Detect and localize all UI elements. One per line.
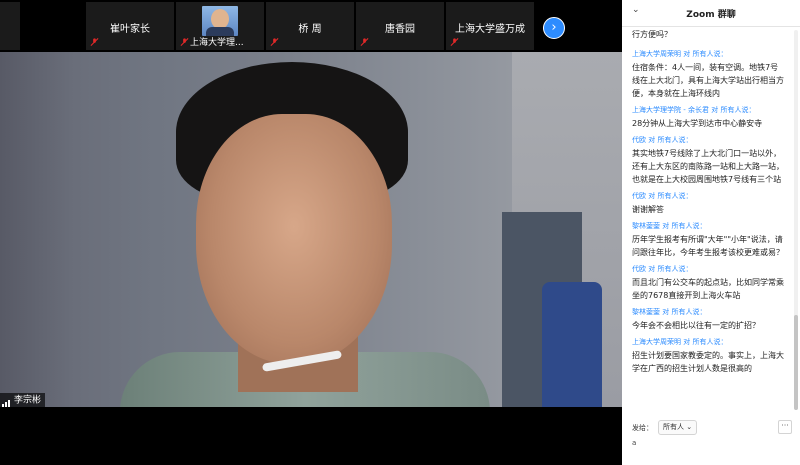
chat-message: 代欧 对 所有人说： 其实地铁7号线除了上大北门口一站以外，还有上大东区的南陈路… <box>632 135 784 186</box>
participant-name: 桥 周 <box>298 24 322 35</box>
participant-thumbnail-strip: 崔叶家长 上海大学理... 桥 周 唐香园 上海大学盛万成 › <box>0 0 622 52</box>
chat-message: 代欧 对 所有人说： 谢谢解答 <box>632 191 784 216</box>
chat-message-text: 招生计划要国家教委定的。事实上，上海大学在广西的招生计划人数是很高的 <box>632 351 784 373</box>
chat-recipient: 对 所有人说： <box>648 192 693 200</box>
chat-sender[interactable]: 上海大学理学院 - 余长君 <box>632 106 709 114</box>
chat-recipient: 对 所有人说： <box>683 50 728 58</box>
mic-muted-icon <box>450 38 459 46</box>
chat-message-header: 黎林蓥蓥 对 所有人说： <box>632 307 784 317</box>
chat-message-header: 上海大学周荣明 对 所有人说： <box>632 337 784 347</box>
chat-message-text: 历年学生报考有所谓"大年""小年"说法，请问跟往年比，今年考生报考该校更难或易？ <box>632 235 784 257</box>
chat-recipient: 对 所有人说： <box>648 265 693 273</box>
participant-name: 崔叶家长 <box>110 24 150 35</box>
chat-message-text: 住宿条件：4人一间，装有空调。地铁7号线在上大北门，具有上海大学站出行相当方便，… <box>632 63 784 98</box>
chat-recipient: 对 所有人说： <box>648 136 693 144</box>
chat-sender[interactable]: 黎林蓥蓥 <box>632 308 660 316</box>
chat-message: 黎林蓥蓥 对 所有人说： 今年会不会相比以往有一定的扩招？ <box>632 307 784 332</box>
send-to-dropdown[interactable]: 所有人 ⌄ <box>658 420 698 435</box>
chat-message-header: 代欧 对 所有人说： <box>632 264 784 274</box>
video-area: 崔叶家长 上海大学理... 桥 周 唐香园 上海大学盛万成 › 李宗彬 <box>0 0 622 465</box>
chat-message-header: 黎林蓥蓥 对 所有人说： <box>632 221 784 231</box>
chat-message-header: 上海大学周荣明 对 所有人说： <box>632 49 784 59</box>
speaker-face <box>196 114 392 364</box>
chat-message-header: 上海大学理学院 - 余长君 对 所有人说： <box>632 105 784 115</box>
chat-message-fragment: 行方便吗？ <box>632 28 784 41</box>
chat-scrollbar[interactable] <box>794 30 798 410</box>
speaker-name: 李宗彬 <box>14 395 42 406</box>
chat-message-text: 行方便吗？ <box>632 30 672 39</box>
chat-sender[interactable]: 上海大学周荣明 <box>632 338 681 346</box>
participant-thumbnail[interactable]: 桥 周 <box>266 2 354 50</box>
chat-scrollbar-thumb[interactable] <box>794 315 798 410</box>
chat-message-header: 代欧 对 所有人说： <box>632 191 784 201</box>
background-clothes <box>542 282 602 407</box>
mic-muted-icon <box>90 38 99 46</box>
chat-sender[interactable]: 代欧 <box>632 136 646 144</box>
chat-message-text: 其实地铁7号线除了上大北门口一站以外，还有上大东区的南陈路一站和上大路一站，也就… <box>632 149 784 184</box>
chat-message: 上海大学周荣明 对 所有人说： 招生计划要国家教委定的。事实上，上海大学在广西的… <box>632 337 784 375</box>
more-icon: ··· <box>781 421 789 430</box>
participant-thumbnail[interactable]: 上海大学理... <box>176 2 264 50</box>
chat-recipient: 对 所有人说： <box>711 106 756 114</box>
chat-message-input[interactable]: a <box>632 439 790 455</box>
chat-message-text: 谢谢解答 <box>632 205 664 214</box>
signal-strength-icon <box>2 393 11 407</box>
chevron-right-icon: › <box>551 20 557 35</box>
chat-message: 上海大学周荣明 对 所有人说： 住宿条件：4人一间，装有空调。地铁7号线在上大北… <box>632 49 784 100</box>
participant-name: 上海大学盛万成 <box>455 24 525 35</box>
chat-recipient: 对 所有人说： <box>683 338 728 346</box>
chat-sender[interactable]: 代欧 <box>632 192 646 200</box>
chat-message: 黎林蓥蓥 对 所有人说： 历年学生报考有所谓"大年""小年"说法，请问跟往年比，… <box>632 221 784 259</box>
speaker-name-tag: 李宗彬 <box>0 393 46 407</box>
chat-message-text: 今年会不会相比以往有一定的扩招？ <box>632 321 760 330</box>
chat-message-text: 而且北门有公交车的起点站，比如同学常乘坐的7678直接开到上海火车站 <box>632 278 784 300</box>
chat-messages[interactable]: 行方便吗？ 上海大学周荣明 对 所有人说： 住宿条件：4人一间，装有空调。地铁7… <box>622 26 792 411</box>
mic-muted-icon <box>180 38 189 46</box>
participant-thumbnail[interactable]: 上海大学盛万成 <box>446 2 534 50</box>
chat-recipient: 对 所有人说： <box>662 308 707 316</box>
next-page-button[interactable]: › <box>543 17 565 39</box>
chat-message-header: 代欧 对 所有人说： <box>632 135 784 145</box>
chat-title: Zoom 群聊 <box>686 10 736 20</box>
chat-sender[interactable]: 黎林蓥蓥 <box>632 222 660 230</box>
chat-panel: ⌄ Zoom 群聊 行方便吗？ 上海大学周荣明 对 所有人说： 住宿条件：4人一… <box>622 0 800 465</box>
active-speaker-video <box>0 52 622 407</box>
participant-thumbnail[interactable]: 唐香园 <box>356 2 444 50</box>
chevron-down-icon: ⌄ <box>686 423 693 431</box>
more-options-button[interactable]: ··· <box>778 420 792 434</box>
chat-message-text: 28分钟从上海大学到达市中心静安寺 <box>632 119 763 128</box>
send-to-label: 发给： <box>632 424 653 432</box>
thumbnail-partial[interactable] <box>0 2 20 50</box>
send-to-value: 所有人 <box>663 423 684 431</box>
chat-recipient: 对 所有人说： <box>662 222 707 230</box>
chat-header: ⌄ Zoom 群聊 <box>622 0 800 27</box>
participant-name: 上海大学理... <box>190 38 244 48</box>
participant-thumbnail[interactable]: 崔叶家长 <box>86 2 174 50</box>
chat-message: 上海大学理学院 - 余长君 对 所有人说： 28分钟从上海大学到达市中心静安寺 <box>632 105 784 130</box>
mic-muted-icon <box>270 38 279 46</box>
participant-name: 唐香园 <box>385 24 415 35</box>
mic-muted-icon <box>360 38 369 46</box>
participant-photo <box>202 6 238 36</box>
chat-sender[interactable]: 上海大学周荣明 <box>632 50 681 58</box>
chat-sender[interactable]: 代欧 <box>632 265 646 273</box>
chat-message: 代欧 对 所有人说： 而且北门有公交车的起点站，比如同学常乘坐的7678直接开到… <box>632 264 784 302</box>
